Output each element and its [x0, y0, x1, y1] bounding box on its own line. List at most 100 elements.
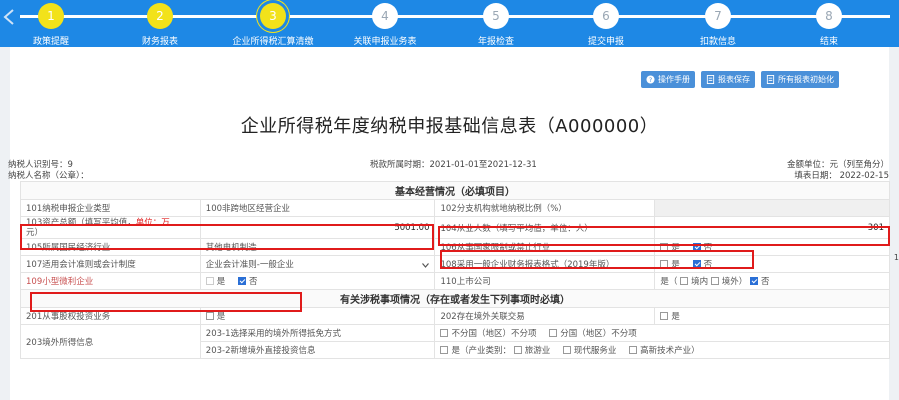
checkbox-icon — [660, 242, 669, 251]
step-number: 3 — [260, 3, 286, 29]
row-106-options: 是 否 — [654, 238, 890, 256]
option-label: 是 — [671, 312, 680, 322]
row-103-label: 103资产总额（填写平均值，单位：万元） — [20, 216, 201, 239]
option-label: 是 — [671, 260, 680, 270]
checkbox-checked-icon — [238, 276, 247, 285]
row-109-label-text: 109小型微利企业 — [26, 277, 94, 287]
option-label: 否 — [761, 277, 770, 287]
row-109-yes[interactable]: 是 — [205, 276, 225, 287]
option-label: 境外） — [721, 277, 748, 287]
row-106-label: 106从事国家限制或禁止行业 — [434, 238, 656, 256]
step-number: 7 — [705, 3, 731, 29]
row-202-yes[interactable]: 是 — [660, 311, 680, 322]
row-101-label: 101纳税申报企业类型 — [20, 199, 201, 217]
page-title: 企业所得税年度纳税申报基础信息表（A000000） — [240, 116, 659, 137]
row-201-options: 是 — [199, 307, 436, 325]
step-number: 5 — [483, 3, 509, 29]
row-105-label: 105所属国民经济行业 — [20, 238, 201, 256]
row-109-options: 是 否 — [199, 272, 436, 290]
row-108-no[interactable]: 否 — [692, 259, 713, 270]
step-label: 结束 — [819, 37, 838, 47]
row-203-1-label: 203-1选择采用的境外所得抵免方式 — [199, 324, 436, 342]
checkbox-icon — [205, 276, 214, 285]
checkbox-icon — [660, 259, 669, 268]
step-7[interactable]: 7 扣款信息 — [673, 0, 763, 47]
step-5[interactable]: 5 年报检查 — [451, 0, 541, 47]
checkbox-icon — [549, 328, 558, 337]
document-icon — [706, 75, 715, 84]
step-number: 2 — [147, 3, 173, 29]
step-number: 1 — [38, 3, 64, 29]
row-203-2-c1[interactable]: 旅游业 — [513, 345, 551, 356]
row-104-input[interactable]: 301 — [654, 216, 890, 239]
row-203-1-opt2[interactable]: 分国（地区）不分项 — [549, 328, 637, 339]
row-203-1-opt1[interactable]: 不分国（地区）不分项 — [440, 328, 537, 339]
step-label: 提交申报 — [587, 37, 624, 47]
row-203-2-label: 203-2新增境外直接投资信息 — [199, 341, 436, 359]
help-icon: ? — [646, 75, 655, 84]
step-number: 6 — [593, 3, 619, 29]
option-label: 高新技术产业） — [640, 346, 700, 356]
save-label: 报表保存 — [718, 75, 750, 84]
row-106-yes[interactable]: 是 — [660, 242, 680, 253]
row-107-selected: 企业会计准则-一般企业 — [205, 260, 294, 270]
option-label: 否 — [703, 260, 713, 270]
save-button[interactable]: 报表保存 — [701, 71, 755, 88]
fill-date: 填表日期： 2022-02-15 — [794, 171, 889, 181]
init-all-button[interactable]: 所有报表初始化 — [761, 71, 839, 88]
manual-button[interactable]: ? 操作手册 — [641, 71, 695, 88]
step-6[interactable]: 6 提交申报 — [561, 0, 651, 47]
right-gutter — [889, 47, 899, 400]
row-203-2-options: 是（产业类别： 旅游业 现代服务业 高新技术产业） — [434, 341, 890, 359]
step-number: 4 — [372, 3, 398, 29]
option-label: 是 — [216, 312, 226, 322]
row-110-overseas[interactable]: 境外） — [710, 276, 748, 287]
document-icon — [766, 75, 775, 84]
chevron-down-icon — [422, 263, 430, 268]
row-203-2-c3[interactable]: 高新技术产业） — [629, 345, 700, 356]
step-2[interactable]: 2 财务报表 — [115, 0, 205, 47]
row-103-input[interactable]: 5001.00 — [199, 216, 436, 239]
row-203-label: 203境外所得信息 — [20, 324, 201, 359]
row-110-domestic[interactable]: 境内 — [680, 276, 708, 287]
row-105-value: 其他电机制造 — [199, 238, 436, 256]
step-label: 关联申报业务表 — [353, 37, 417, 47]
step-number: 8 — [816, 3, 842, 29]
row-110-yes-label: 是（ — [660, 277, 678, 287]
checkbox-checked-icon — [692, 259, 701, 268]
row-106-no[interactable]: 否 — [692, 242, 712, 253]
svg-text:?: ? — [649, 77, 652, 84]
option-label: 现代服务业 — [573, 346, 617, 356]
checkbox-icon — [205, 311, 214, 320]
progress-stepper: 1 政策提醒 2 财务报表 3 企业所得税汇算清缴 4 关联申报业务表 5 年报… — [0, 0, 899, 47]
row-203-2-c2[interactable]: 现代服务业 — [562, 345, 617, 356]
row-108-yes[interactable]: 是 — [660, 259, 680, 270]
step-4[interactable]: 4 关联申报业务表 — [340, 0, 430, 47]
row-101-value: 100非跨地区经营企业 — [199, 199, 436, 217]
row-202-label: 202存在境外关联交易 — [434, 307, 656, 325]
step-label: 年报检查 — [477, 37, 514, 47]
row-110-no[interactable]: 否 — [750, 276, 770, 287]
row-109-no[interactable]: 否 — [238, 276, 258, 287]
init-all-label: 所有报表初始化 — [778, 75, 834, 84]
row-103-unit2: 元） — [26, 227, 44, 238]
checkbox-icon — [513, 345, 522, 354]
row-203-2-yes[interactable]: 是（产业类别： — [440, 345, 511, 356]
row-103-unit: 单位：万 — [135, 217, 170, 228]
checkbox-checked-icon — [750, 276, 759, 285]
step-8[interactable]: 8 结束 — [784, 0, 874, 47]
step-1[interactable]: 1 政策提醒 — [6, 0, 96, 47]
row-103-label-text: 103资产总额（填写平均值， — [26, 217, 136, 228]
step-3[interactable]: 3 企业所得税汇算清缴 — [228, 0, 318, 47]
manual-label: 操作手册 — [658, 75, 690, 84]
row-201-yes[interactable]: 是 — [205, 311, 226, 322]
option-label: 旅游业 — [524, 346, 551, 356]
checkbox-checked-icon — [692, 242, 701, 251]
section-basic-heading: 基本经营情况（必填项目） — [20, 181, 890, 200]
row-107-select[interactable]: 企业会计准则-一般企业 — [199, 255, 436, 273]
side-marker: 1 — [893, 253, 899, 262]
checkbox-icon — [629, 345, 638, 354]
option-label: 分国（地区）不分项 — [560, 329, 637, 339]
tax-period: 税款所属时期：2021-01-01至2021-12-31 — [370, 160, 537, 170]
row-107-label: 107适用会计准则或会计制度 — [20, 255, 201, 273]
